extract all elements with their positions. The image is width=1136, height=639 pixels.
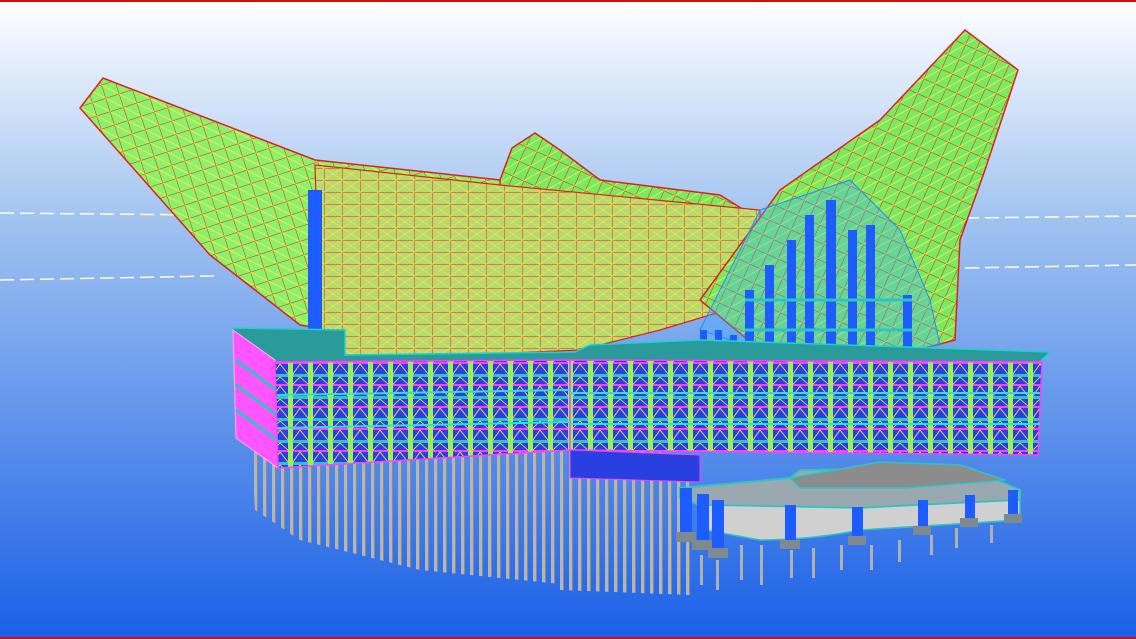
podium-facade-left <box>274 359 571 469</box>
3d-model-viewport[interactable] <box>0 0 1136 639</box>
podium-facade-lower <box>569 449 701 483</box>
structural-model-render[interactable] <box>0 0 1136 639</box>
podium-facade-right <box>569 359 1043 456</box>
